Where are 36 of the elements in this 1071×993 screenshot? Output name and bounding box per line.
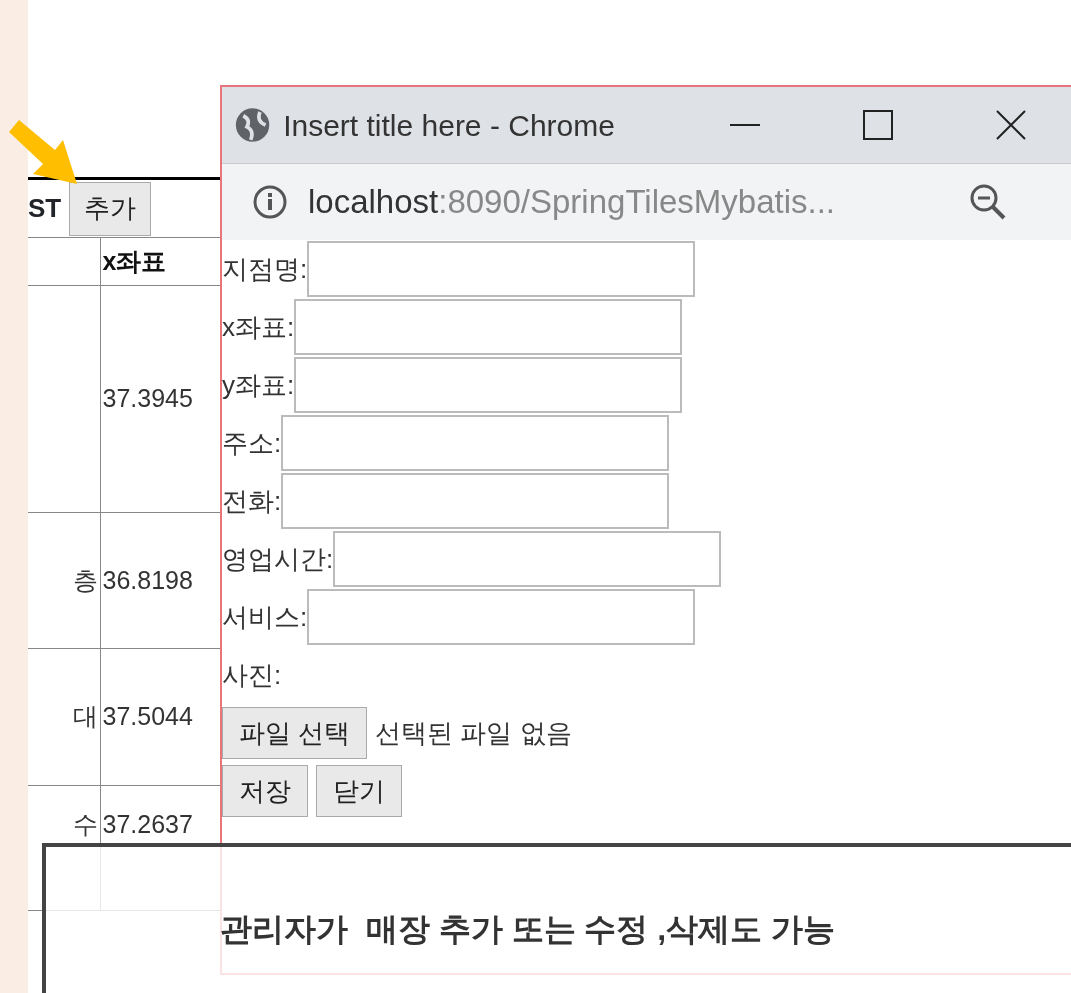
file-select-button[interactable]: 파일 선택 <box>222 707 368 759</box>
field-label: 전화: <box>222 484 282 518</box>
input-field[interactable] <box>333 531 722 587</box>
input-field[interactable] <box>294 299 683 355</box>
field-label: y좌표: <box>222 368 295 402</box>
heading-text: ST <box>28 192 62 225</box>
table-cell: 37.5044 <box>102 702 193 731</box>
field-label: 지점명: <box>222 252 308 286</box>
close-icon[interactable] <box>993 108 1028 142</box>
input-field[interactable] <box>294 357 683 413</box>
input-field[interactable] <box>281 473 670 529</box>
column-header: x좌표 <box>102 246 167 275</box>
info-icon[interactable] <box>252 184 288 220</box>
zoom-out-icon[interactable] <box>968 182 1008 222</box>
table-cell: 층 <box>72 565 98 594</box>
table-cell: 37.2637 <box>102 810 193 838</box>
maximize-icon[interactable] <box>861 108 895 142</box>
field-label: 주소: <box>222 426 282 460</box>
input-field[interactable] <box>307 589 696 645</box>
field-label: 영업시간: <box>222 542 334 576</box>
window-title: Insert title here - Chrome <box>283 107 616 144</box>
field-label: 사진: <box>222 658 282 692</box>
globe-icon <box>234 105 272 145</box>
add-button[interactable]: 추가 <box>69 181 152 236</box>
table-cell: 수 <box>72 810 98 838</box>
form-button[interactable]: 저장 <box>222 765 308 817</box>
input-field[interactable] <box>307 241 696 297</box>
input-field[interactable] <box>281 415 670 471</box>
form-button[interactable]: 닫기 <box>316 765 402 817</box>
table-cell: 37.3945 <box>102 384 193 413</box>
table-cell: 대 <box>72 702 98 731</box>
caption-text: 관리자가 매장 추가 또는 수정 ,삭제도 가능 <box>220 911 836 947</box>
field-label: x좌표: <box>222 310 295 344</box>
table-cell: 36.8198 <box>102 565 193 594</box>
field-label: 서비스: <box>222 600 308 634</box>
file-status-text: 선택된 파일 없음 <box>375 716 572 750</box>
